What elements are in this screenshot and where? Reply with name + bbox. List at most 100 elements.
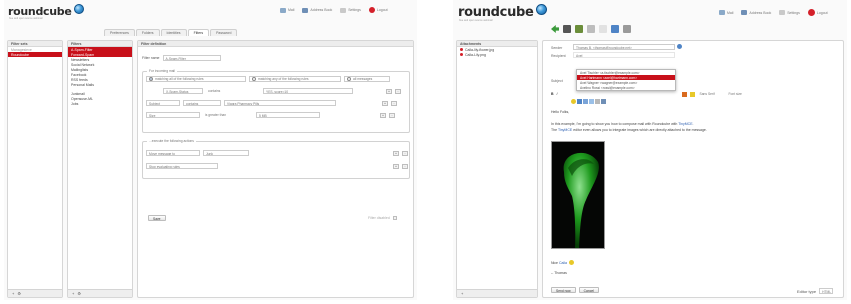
font-size-select[interactable]: Font size: [726, 91, 753, 97]
emoticon-icon[interactable]: [571, 99, 576, 104]
back-arrow-icon[interactable]: [551, 25, 559, 33]
autocomplete-item[interactable]: Axelino Rossi <rossi@example.com>: [577, 85, 675, 90]
link-icon[interactable]: [595, 99, 600, 104]
delete-attachment-icon[interactable]: [460, 48, 463, 51]
rule-header-select[interactable]: Subject: [146, 100, 180, 106]
recipient-input[interactable]: Axel: [573, 52, 675, 58]
menu-logout[interactable]: Logout: [368, 7, 388, 13]
gear-icon[interactable]: ⚙: [77, 291, 81, 296]
action-target-select[interactable]: Junk: [203, 150, 249, 156]
menu-mail[interactable]: Mail: [719, 10, 733, 15]
tab-folders[interactable]: Folders: [135, 29, 160, 36]
menu-addressbook[interactable]: Address Book: [302, 7, 333, 13]
editor-type-bar: Editor type HTML: [797, 288, 834, 294]
match-all-radio[interactable]: [149, 77, 153, 81]
body-line-1: In this example, I'm going to show you h…: [551, 122, 694, 126]
filters-settings-screenshot: roundcube free and open source webmail M…: [4, 0, 417, 300]
signature-icon[interactable]: [599, 25, 607, 33]
tab-preferences[interactable]: Preferences: [104, 29, 135, 36]
menu-mail[interactable]: Mail: [280, 7, 294, 13]
font-family-select[interactable]: Sans Serif: [697, 91, 724, 97]
send-button[interactable]: Send now: [551, 287, 576, 293]
add-rule-button[interactable]: +: [382, 100, 388, 106]
tinymce-link[interactable]: TinyMCE: [678, 122, 692, 126]
add-rule-button[interactable]: +: [386, 88, 392, 94]
remove-rule-button[interactable]: -: [395, 88, 401, 94]
all-messages-radio[interactable]: [347, 77, 351, 81]
remove-rule-button[interactable]: -: [391, 100, 397, 106]
rule-operator-select[interactable]: contains: [206, 88, 260, 94]
add-filter-button[interactable]: +: [72, 291, 74, 296]
menu-settings[interactable]: Settings: [779, 10, 800, 15]
filter-set-item-selected[interactable]: Roundcube: [8, 52, 62, 57]
editor-type-select[interactable]: HTML: [819, 288, 834, 294]
gear-icon[interactable]: ⚙: [17, 291, 21, 296]
sender-info-icon[interactable]: [677, 44, 682, 49]
tab-filters[interactable]: Filters: [187, 29, 210, 36]
add-action-button[interactable]: +: [393, 150, 399, 156]
roundcube-logo[interactable]: roundcube free and open source webmail: [458, 4, 547, 22]
calla-lily-image[interactable]: [551, 141, 605, 249]
tab-password[interactable]: Password: [210, 29, 238, 36]
image-insert-icon[interactable]: [577, 99, 582, 104]
rule-header-select[interactable]: X-Spam-Status: [163, 88, 203, 94]
rule-value-input[interactable]: Viagra Pharmacy Pills: [224, 100, 336, 106]
roundcube-logo[interactable]: roundcube free and open source webmail: [8, 3, 84, 20]
rule-operator-select[interactable]: contains: [183, 100, 221, 106]
settings-icon: [340, 7, 347, 13]
sender-label: Sender: [551, 46, 563, 50]
rule-operator-select[interactable]: is greater than: [203, 112, 253, 118]
table-icon[interactable]: [589, 99, 594, 104]
match-any-radio[interactable]: [252, 77, 256, 81]
rule-header-select[interactable]: Size: [146, 112, 200, 118]
all-messages-option[interactable]: all messages: [344, 76, 390, 82]
rule-value-input[interactable]: 5 MB: [256, 112, 320, 118]
add-attachment-button[interactable]: +: [461, 291, 463, 296]
match-any-option[interactable]: matching any of the following rules: [249, 76, 341, 82]
source-icon[interactable]: [601, 99, 606, 104]
menu-settings[interactable]: Settings: [340, 7, 361, 13]
match-options-row: matching all of the following rules matc…: [146, 76, 390, 82]
attach-icon[interactable]: [587, 25, 595, 33]
menu-logout[interactable]: Logout: [807, 9, 828, 16]
smiley-icon: [569, 260, 574, 265]
remove-action-button[interactable]: -: [402, 163, 408, 169]
tab-identities[interactable]: Identities: [160, 29, 187, 36]
filter-name-input[interactable]: A-Spam-Filter: [162, 55, 221, 61]
remove-rule-button[interactable]: -: [389, 112, 395, 118]
image-icon[interactable]: [611, 25, 619, 33]
text-color-icon[interactable]: [681, 91, 687, 97]
rule-row: X-Spam-Status contains YES, score=10 + -: [163, 88, 401, 94]
attachment-item[interactable]: Calla-Lily.png: [457, 52, 537, 57]
spellcheck-icon[interactable]: [575, 25, 583, 33]
bold-icon[interactable]: B: [551, 92, 554, 96]
subject-label: Subject: [551, 79, 563, 83]
filter-item[interactable]: Jobs: [68, 101, 132, 106]
action-select[interactable]: Move message to: [146, 150, 200, 156]
add-action-button[interactable]: +: [393, 163, 399, 169]
bg-color-icon[interactable]: [689, 91, 695, 97]
rules-fieldset: For incoming mail matching all of the fo…: [142, 69, 410, 133]
action-select[interactable]: Stop evaluating rules: [146, 163, 218, 169]
mail-icon: [280, 7, 286, 13]
match-all-option[interactable]: matching all of the following rules: [146, 76, 246, 82]
calla-link[interactable]: Calla: [559, 261, 567, 265]
save-button[interactable]: Save: [148, 215, 166, 221]
menu-addressbook-label: Address Book: [310, 8, 333, 12]
add-rule-button[interactable]: +: [380, 112, 386, 118]
cancel-button[interactable]: Cancel: [578, 287, 599, 293]
tinymce-link[interactable]: TinyMCE: [558, 128, 572, 132]
options-icon[interactable]: [623, 25, 631, 33]
sender-select[interactable]: Thomas B. <thomas@roundcube.net>: [573, 44, 675, 50]
send-icon[interactable]: [563, 25, 571, 33]
rule-value-input[interactable]: YES, score=10: [263, 88, 353, 94]
delete-attachment-icon[interactable]: [460, 53, 463, 56]
add-filter-set-button[interactable]: +: [12, 291, 14, 296]
media-icon[interactable]: [583, 99, 588, 104]
filter-disabled-label: Filter disabled: [368, 216, 390, 220]
remove-action-button[interactable]: -: [402, 150, 408, 156]
italic-icon[interactable]: I: [557, 92, 558, 96]
filter-disabled-checkbox[interactable]: [392, 216, 397, 220]
menu-addressbook[interactable]: Address Book: [741, 10, 771, 15]
filter-sets-footer: + ⚙: [8, 289, 62, 297]
